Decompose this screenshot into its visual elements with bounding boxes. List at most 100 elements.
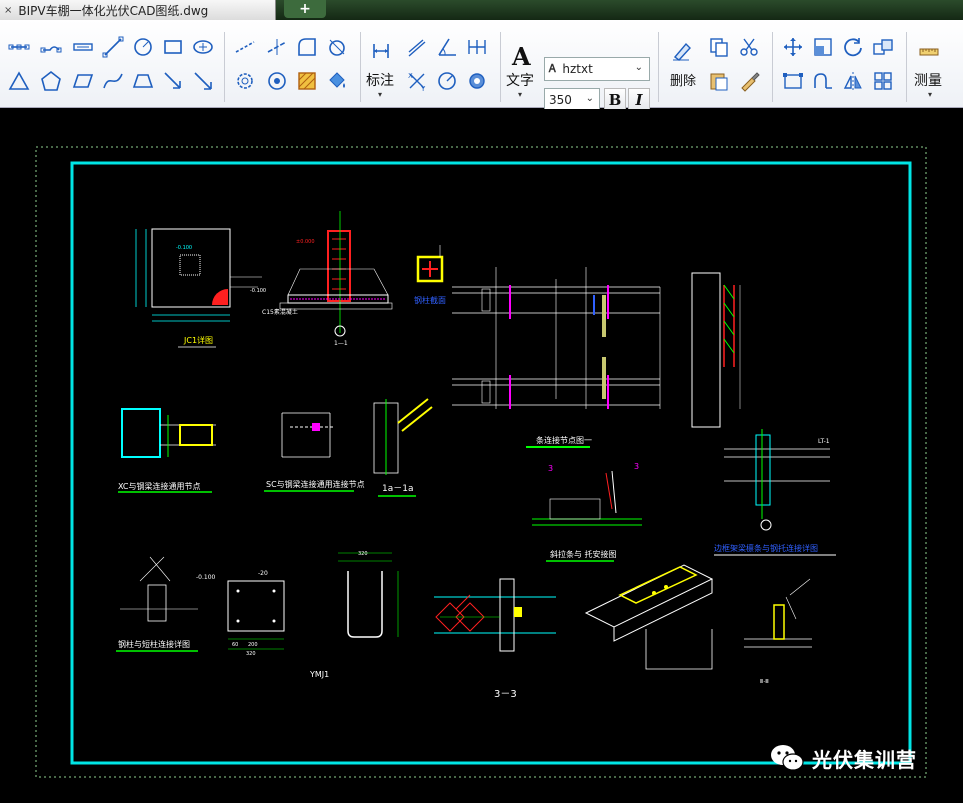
edge-beam-detail: LT-1 边框架梁檩条与钢托连接详图 bbox=[714, 429, 836, 556]
measure-ruler-icon[interactable] bbox=[916, 38, 942, 64]
svg-text:320: 320 bbox=[358, 551, 368, 557]
eraser-icon[interactable] bbox=[668, 38, 694, 64]
ribbon-separator bbox=[658, 32, 659, 102]
new-tab-button[interactable]: + bbox=[284, 0, 326, 18]
plate-dim-320: 320 bbox=[246, 651, 256, 657]
font-size-value: 350 bbox=[549, 93, 572, 107]
purlin-elevation: 条连接节点图一 bbox=[452, 267, 661, 448]
extend-line-icon[interactable] bbox=[264, 34, 290, 60]
fill-bucket-icon[interactable] bbox=[324, 68, 350, 94]
rotate-object-icon[interactable] bbox=[264, 68, 290, 94]
hatch-icon[interactable] bbox=[294, 68, 320, 94]
ribbon-toolbar: 标注 ▾ XY A 文字 ▾ Ꭺ hztxt ⌄ 350 ⌄ B I 删除 测量… bbox=[0, 20, 963, 112]
lt1-label: LT-1 bbox=[818, 438, 830, 445]
svg-text:±0.000: ±0.000 bbox=[296, 239, 315, 245]
dimension-dropdown-icon[interactable]: ▾ bbox=[378, 90, 382, 99]
mark-3b: 3 bbox=[634, 462, 639, 471]
break-icon[interactable] bbox=[810, 68, 836, 94]
jc1-detail: -0.100 JC1详图 bbox=[135, 228, 262, 348]
document-tab-bar: × BIPV车棚一体化光伏CAD图纸.dwg + bbox=[0, 0, 963, 20]
ymj1-title: YMJ1 bbox=[309, 670, 329, 679]
trapezoid-tool-icon[interactable] bbox=[130, 68, 156, 94]
copy-icon[interactable] bbox=[706, 34, 732, 60]
cut-icon[interactable] bbox=[736, 34, 762, 60]
dimension-icon[interactable] bbox=[368, 38, 394, 64]
font-name-select[interactable]: Ꭺ hztxt ⌄ bbox=[544, 57, 650, 81]
stretch-icon[interactable] bbox=[780, 68, 806, 94]
svg-text:Ⅲ-Ⅲ: Ⅲ-Ⅲ bbox=[760, 679, 769, 685]
line-tool-icon[interactable] bbox=[6, 34, 32, 60]
rotate-icon[interactable] bbox=[840, 34, 866, 60]
dimension-settings-icon[interactable] bbox=[464, 68, 490, 94]
mirror-icon[interactable] bbox=[840, 68, 866, 94]
c15-label: C15素混凝土 bbox=[262, 308, 298, 316]
brace-node-detail: 3 3 斜拉条与 托安接图 bbox=[532, 462, 642, 562]
polyline-tool-icon[interactable] bbox=[38, 34, 64, 60]
section-33-title: 3－3 bbox=[494, 689, 517, 700]
column-base-detail: -0.100 钢柱与短柱连接详图 bbox=[116, 556, 216, 652]
elev-label: -0.100 bbox=[250, 288, 266, 294]
ribbon-separator bbox=[360, 32, 361, 102]
column-section: 钢柱截面 bbox=[414, 245, 446, 305]
chevron-down-icon: ⌄ bbox=[585, 93, 594, 104]
radius-dimension-icon[interactable] bbox=[434, 68, 460, 94]
drawing-canvas[interactable]: -0.100 JC1详图 1—1 C15素混凝土 -0.100 ±0.000 钢… bbox=[0, 109, 963, 803]
move-icon[interactable] bbox=[780, 34, 806, 60]
text-tool-icon[interactable]: A bbox=[512, 42, 531, 71]
jc1-title: JC1详图 bbox=[183, 335, 213, 345]
text-dropdown-icon[interactable]: ▾ bbox=[518, 90, 522, 99]
construction-line-icon[interactable] bbox=[70, 34, 96, 60]
fillet-icon[interactable] bbox=[294, 34, 320, 60]
arrow-line-icon[interactable] bbox=[160, 68, 186, 94]
angular-dimension-icon[interactable] bbox=[434, 34, 460, 60]
arrow-line-2-icon[interactable] bbox=[190, 68, 216, 94]
spline-tool-icon[interactable] bbox=[100, 34, 126, 60]
measure-label[interactable]: 测量 bbox=[914, 70, 942, 90]
plate-dim-60: 60 bbox=[232, 642, 238, 648]
ribbon-separator bbox=[906, 32, 907, 102]
rectangle-tool-icon[interactable] bbox=[160, 34, 186, 60]
text-label[interactable]: 文字 bbox=[506, 70, 534, 90]
delete-label[interactable]: 删除 bbox=[670, 70, 696, 89]
parallelogram-tool-icon[interactable] bbox=[70, 68, 96, 94]
xc-node-title: XC与钢梁连接通用节点 bbox=[118, 481, 200, 491]
watermark-text: 光伏集训营 bbox=[812, 747, 917, 772]
brace-node-title: 斜拉条与 托安接图 bbox=[550, 549, 617, 559]
circle-tool-icon[interactable] bbox=[130, 34, 156, 60]
polygon-tool-icon[interactable] bbox=[38, 68, 64, 94]
weld-detail: Ⅲ-Ⅲ bbox=[744, 578, 812, 685]
svg-text:Y: Y bbox=[420, 85, 426, 92]
drawing-frame bbox=[70, 161, 912, 765]
gear-edit-icon[interactable] bbox=[232, 68, 258, 94]
ribbon-separator bbox=[772, 32, 773, 102]
aligned-dimension-icon[interactable] bbox=[404, 34, 430, 60]
column-elevation bbox=[691, 272, 741, 428]
paste-icon[interactable] bbox=[706, 68, 732, 94]
ordinate-dimension-icon[interactable]: XY bbox=[404, 68, 430, 94]
section-1-1-label: 1—1 bbox=[334, 340, 348, 347]
svg-text:X: X bbox=[408, 72, 413, 80]
chevron-down-icon: ⌄ bbox=[634, 62, 643, 73]
arc-tool-icon[interactable] bbox=[324, 34, 350, 60]
section-33-detail: 3－3 bbox=[434, 578, 556, 700]
truetype-font-icon: Ꭺ bbox=[549, 62, 557, 75]
plate-plan: 60 200 320 -20 bbox=[227, 570, 285, 657]
plate-dim-200: 200 bbox=[248, 642, 258, 648]
ellipse-tool-icon[interactable] bbox=[190, 34, 216, 60]
match-properties-icon[interactable] bbox=[736, 68, 762, 94]
dimension-label[interactable]: 标注 bbox=[366, 70, 394, 90]
dashed-line-icon[interactable] bbox=[232, 34, 258, 60]
sc-node-title: SC与钢梁连接通用连接节点 bbox=[266, 479, 365, 489]
scale-icon[interactable] bbox=[810, 34, 836, 60]
close-tab-icon[interactable]: × bbox=[4, 5, 12, 16]
svg-text:-0.100: -0.100 bbox=[196, 574, 216, 581]
section-1a-detail: 1a－1a bbox=[373, 398, 433, 497]
triangle-tool-icon[interactable] bbox=[6, 68, 32, 94]
curve-tool-icon[interactable] bbox=[100, 68, 126, 94]
ymj1-detail: 320 YMJ1 bbox=[309, 551, 399, 679]
measure-dropdown-icon[interactable]: ▾ bbox=[928, 90, 932, 99]
document-tab[interactable]: × BIPV车棚一体化光伏CAD图纸.dwg bbox=[0, 0, 276, 20]
continue-dimension-icon[interactable] bbox=[464, 34, 490, 60]
array-icon[interactable] bbox=[870, 68, 896, 94]
offset-icon[interactable] bbox=[870, 34, 896, 60]
